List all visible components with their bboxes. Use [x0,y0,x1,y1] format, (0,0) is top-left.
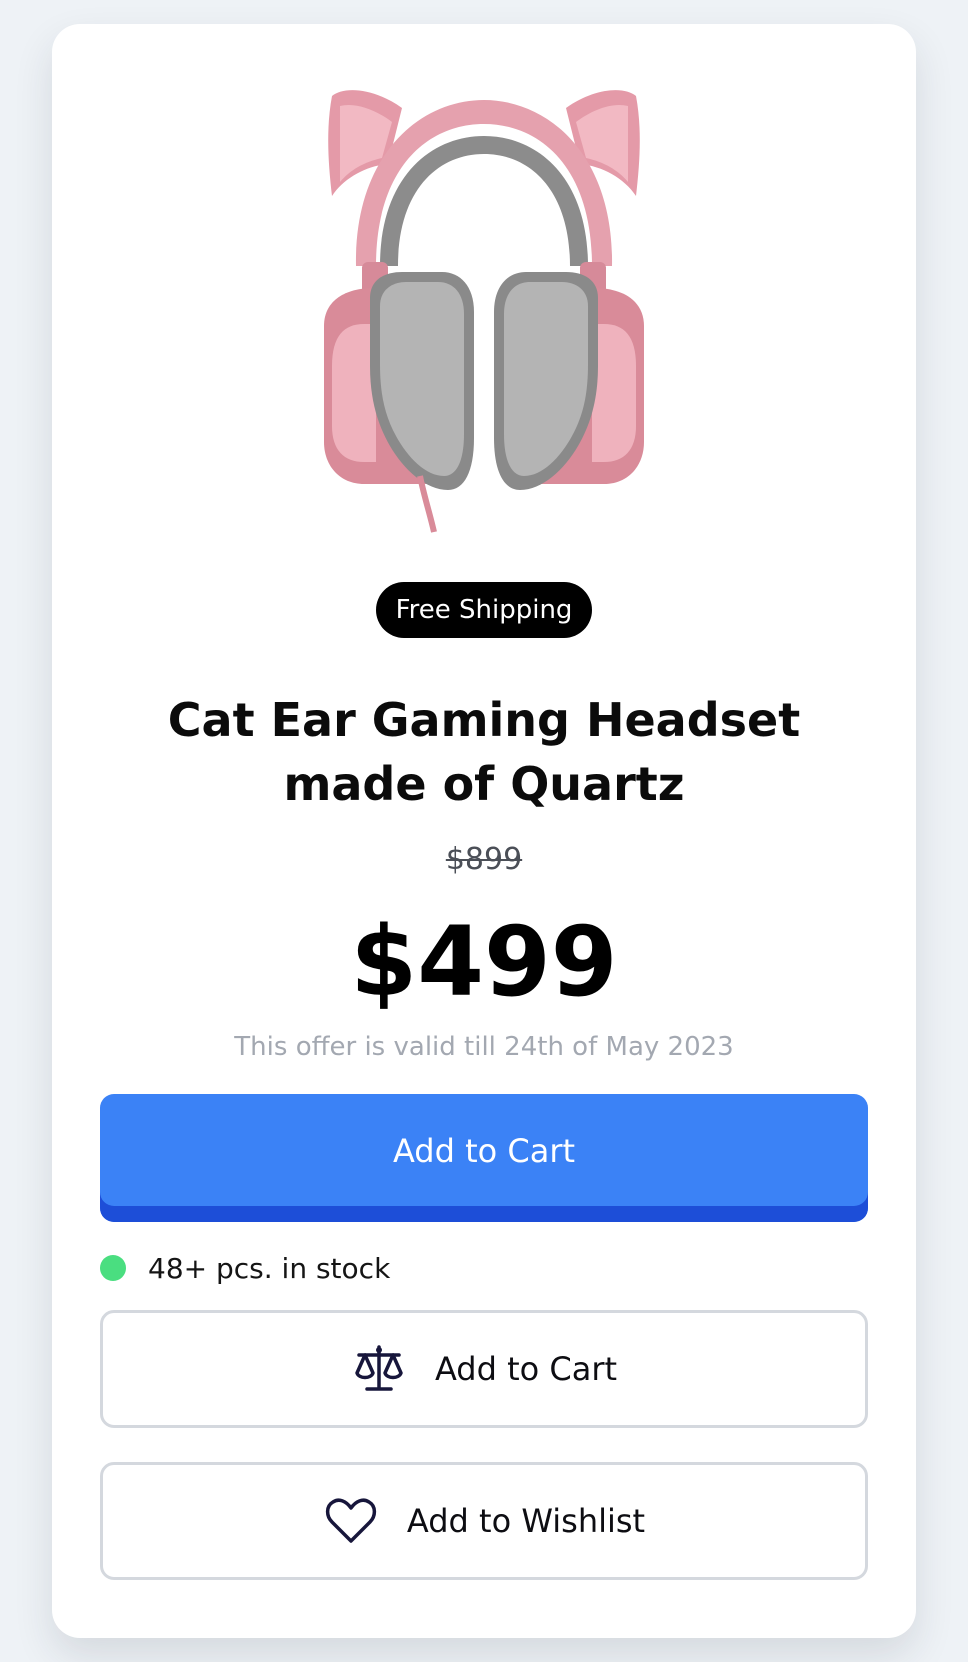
heart-icon [323,1493,379,1549]
scale-icon [351,1341,407,1397]
product-title: Cat Ear Gaming Headset made of Quartz [167,693,801,811]
offer-validity-note: This offer is valid till 24th of May 202… [234,1032,734,1062]
add-to-cart-button[interactable]: Add to Cart [100,1094,868,1222]
stock-status: 48+ pcs. in stock [100,1248,390,1288]
sale-price: $499 [350,906,618,1018]
product-image [52,66,916,536]
add-to-wishlist-button[interactable]: Add to Wishlist [100,1462,868,1580]
wishlist-button-label: Add to Wishlist [406,1502,646,1540]
headset-image [324,90,644,533]
stock-indicator-dot [100,1255,126,1281]
original-price: $899 [445,842,523,877]
stock-label: 48+ pcs. in stock [148,1251,391,1285]
compare-button-label: Add to Cart [434,1350,618,1388]
free-shipping-badge: Free Shipping [376,582,592,638]
add-to-compare-button[interactable]: Add to Cart [100,1310,868,1428]
product-card: Free Shipping Cat Ear Gaming Headset mad… [52,24,916,1638]
